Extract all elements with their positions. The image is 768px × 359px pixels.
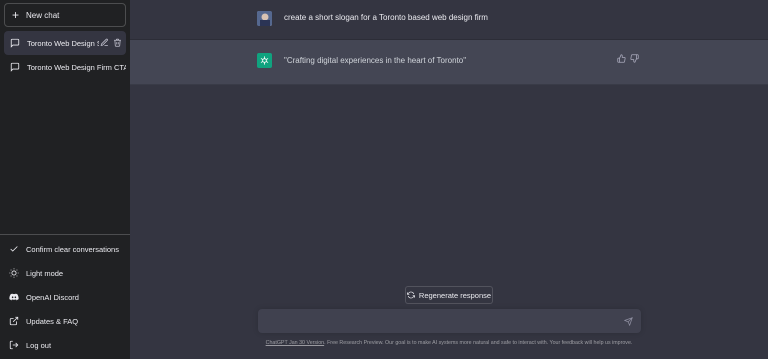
chat-bubble-icon xyxy=(10,38,20,48)
footer-disclaimer: ChatGPT Jan 30 Version. Free Research Pr… xyxy=(130,340,768,346)
conversation-item-active[interactable]: Toronto Web Design Sl xyxy=(4,31,126,55)
regenerate-response-button[interactable]: Regenerate response xyxy=(405,286,493,304)
openai-discord-link[interactable]: OpenAI Discord xyxy=(4,285,126,309)
thumbs-down-icon[interactable] xyxy=(630,54,639,63)
refresh-icon xyxy=(406,291,415,299)
check-icon xyxy=(9,244,19,254)
footer-text: . Free Research Preview. Our goal is to … xyxy=(324,340,633,346)
assistant-message-text: "Crafting digital experiences in the hea… xyxy=(284,56,467,65)
plus-icon: + xyxy=(12,8,20,22)
user-avatar xyxy=(257,11,272,26)
send-icon[interactable] xyxy=(624,317,633,326)
menu-item-label: OpenAI Discord xyxy=(26,292,79,302)
menu-item-label: Confirm clear conversations xyxy=(26,244,119,254)
conversation-list: Toronto Web Design Sl Toronto Web Design… xyxy=(0,31,130,79)
conversation-title: Toronto Web Design Sl xyxy=(27,38,99,48)
message-composer xyxy=(258,309,641,333)
version-link[interactable]: ChatGPT Jan 30 Version xyxy=(266,340,325,346)
log-out-button[interactable]: Log out xyxy=(4,333,126,357)
sidebar-bottom-menu: Confirm clear conversations Light mode O… xyxy=(0,234,130,359)
new-chat-button[interactable]: + New chat xyxy=(4,3,126,27)
message-input[interactable] xyxy=(258,309,608,333)
thumbs-up-icon[interactable] xyxy=(617,54,626,63)
menu-item-label: Light mode xyxy=(26,268,64,278)
light-mode-button[interactable]: Light mode xyxy=(4,261,126,285)
conversation-title: Toronto Web Design Firm CTA xyxy=(27,62,126,72)
sun-icon xyxy=(9,268,19,278)
conversation-actions xyxy=(100,38,122,47)
chat-main: create a short slogan for a Toronto base… xyxy=(130,0,768,359)
chat-bubble-icon xyxy=(10,62,20,72)
discord-icon xyxy=(9,292,19,302)
regenerate-label: Regenerate response xyxy=(418,290,492,300)
menu-item-label: Updates & FAQ xyxy=(26,316,79,326)
conversation-item[interactable]: Toronto Web Design Firm CTA xyxy=(4,55,126,79)
assistant-message-row: "Crafting digital experiences in the hea… xyxy=(130,40,768,85)
feedback-buttons xyxy=(617,54,639,63)
updates-faq-link[interactable]: Updates & FAQ xyxy=(4,309,126,333)
confirm-clear-conversations-button[interactable]: Confirm clear conversations xyxy=(4,237,126,261)
menu-item-label: Log out xyxy=(26,340,52,350)
user-message-row: create a short slogan for a Toronto base… xyxy=(130,0,768,40)
user-message-text: create a short slogan for a Toronto base… xyxy=(284,13,488,22)
sidebar: + New chat Toronto Web Design Sl Toronto… xyxy=(0,0,130,359)
logout-icon xyxy=(9,340,19,350)
trash-icon[interactable] xyxy=(113,38,122,47)
new-chat-label: New chat xyxy=(26,10,60,20)
edit-icon[interactable] xyxy=(100,38,109,47)
external-link-icon xyxy=(9,316,19,326)
openai-logo-icon xyxy=(257,53,272,68)
